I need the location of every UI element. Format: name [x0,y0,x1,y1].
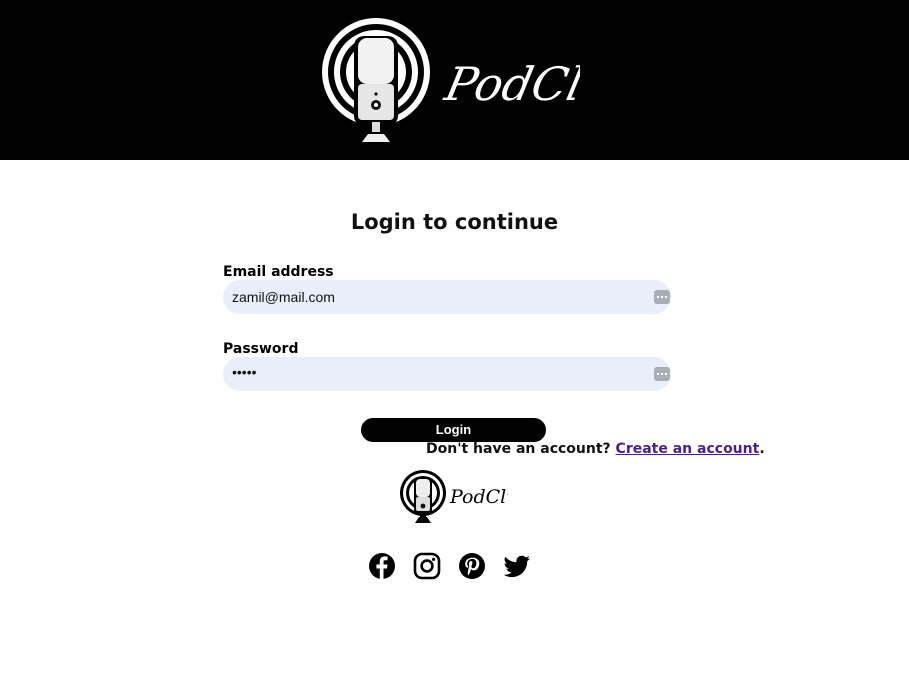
password-field[interactable]: ••••• [223,357,671,391]
email-field[interactable]: zamil@mail.com [223,280,671,314]
brand-wordmark: PodClub [440,57,580,110]
create-account-link[interactable]: Create an account [616,441,760,457]
twitter-icon[interactable] [503,552,531,580]
password-value: ••••• [232,364,257,380]
social-links [368,552,538,582]
podclub-footer-logo: PodClub [400,470,508,523]
signup-prompt: Don't have an account? Create an account… [426,441,765,457]
login-button[interactable]: Login [361,418,546,442]
email-label: Email address [223,264,334,280]
facebook-icon[interactable] [368,552,396,580]
instagram-icon[interactable] [413,552,441,580]
email-value: zamil@mail.com [232,289,335,305]
signup-prompt-text: Don't have an account? [426,441,611,457]
page-title: Login to continue [350,210,559,234]
password-label: Password [223,341,299,357]
password-manager-icon[interactable] [654,290,670,304]
site-header: PodClub [0,0,909,160]
signup-suffix: . [759,441,765,457]
pinterest-icon[interactable] [458,552,486,580]
password-manager-icon[interactable] [654,367,670,381]
footer-brand-wordmark: PodClub [449,486,508,508]
podclub-logo[interactable]: PodClub [318,10,580,148]
